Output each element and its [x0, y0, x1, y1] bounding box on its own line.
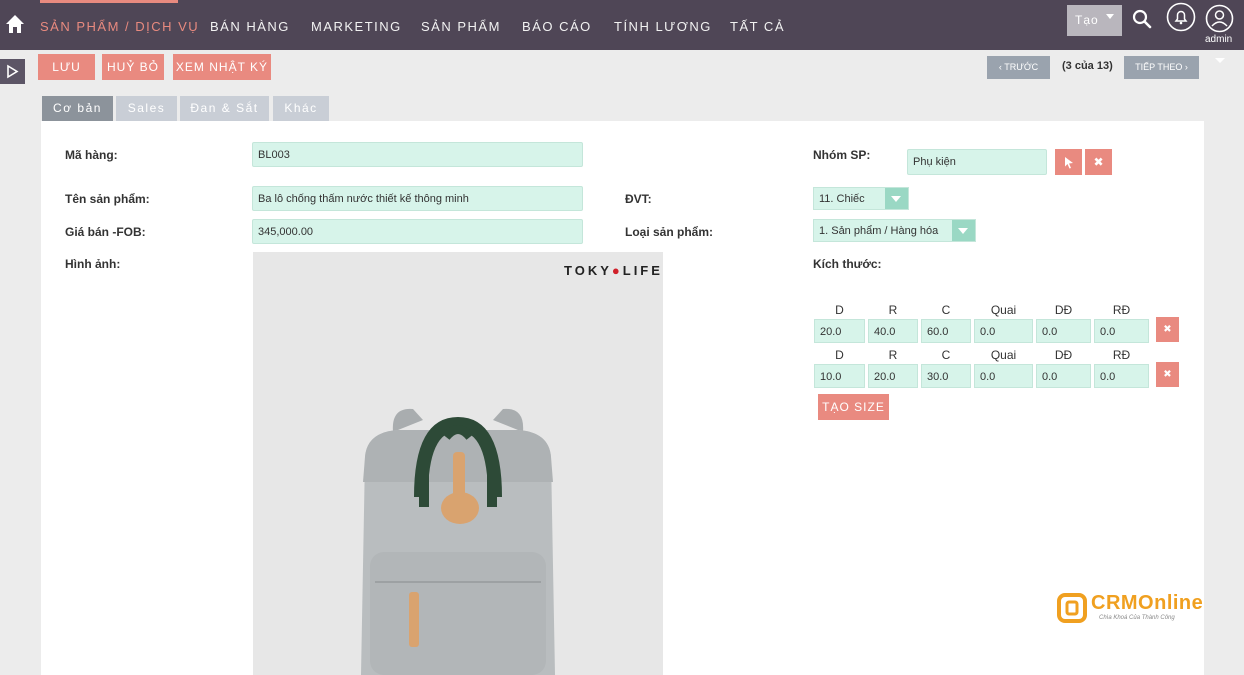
size-row1-dd[interactable]: 0.0 [1036, 319, 1091, 343]
user-avatar-icon[interactable] [1205, 4, 1234, 33]
dropdown-arrow-icon[interactable] [885, 188, 908, 209]
nav-active-indicator [40, 0, 178, 3]
size-header-r: R [888, 303, 898, 317]
size-header-d: D [835, 303, 844, 317]
product-name-field[interactable]: Ba lô chống thấm nước thiết kế thông min… [252, 186, 583, 211]
close-icon: ✖ [1163, 324, 1172, 335]
size-row2-d[interactable]: 10.0 [814, 364, 865, 388]
home-icon[interactable] [4, 12, 26, 36]
search-icon[interactable] [1132, 9, 1152, 29]
clear-group-button[interactable]: ✖ [1085, 149, 1112, 175]
close-icon: ✖ [1093, 155, 1104, 169]
image-label: Hình ảnh: [65, 257, 121, 271]
tab-sales[interactable]: Sales [116, 96, 177, 121]
create-label: Tạo [1075, 13, 1099, 27]
close-icon: ✖ [1163, 369, 1172, 380]
size-header-dd: DĐ [1054, 303, 1073, 317]
crm-slogan: Chìa Khoá Của Thành Công [1099, 615, 1175, 621]
size-label: Kích thước: [813, 257, 882, 271]
nav-item-payroll[interactable]: TÍNH LƯƠNG [614, 19, 712, 34]
tab-knit-iron[interactable]: Đan & Sắt [180, 96, 269, 121]
chevron-right-icon: › [1182, 62, 1188, 72]
tab-other[interactable]: Khác [273, 96, 329, 121]
pager-info: (3 của 13) [1062, 60, 1113, 72]
previous-label: TRƯỚC [1004, 62, 1039, 72]
nav-item-all[interactable]: TẤT CẢ [730, 19, 785, 34]
unit-value: 11. Chiếc [819, 193, 865, 205]
size-row1-c[interactable]: 60.0 [921, 319, 971, 343]
size-row2-strap[interactable]: 0.0 [974, 364, 1033, 388]
product-group-field[interactable]: Phụ kiện [907, 149, 1047, 175]
size-header-c: C [941, 348, 951, 362]
code-label: Mã hàng: [65, 148, 118, 162]
code-field[interactable]: BL003 [252, 142, 583, 167]
save-button[interactable]: LƯU [38, 54, 95, 80]
product-image[interactable]: TOKY●LIFE [253, 252, 663, 675]
next-label: TIẾP THEO [1135, 62, 1183, 72]
caret-down-icon[interactable] [1215, 58, 1225, 63]
size-header-c: C [941, 303, 951, 317]
select-group-button[interactable] [1055, 149, 1082, 175]
unit-select[interactable]: 11. Chiếc [813, 187, 909, 210]
backpack-icon [361, 408, 555, 675]
nav-item-products[interactable]: SẢN PHẨM [421, 19, 501, 34]
unit-label: ĐVT: [625, 192, 652, 206]
create-dropdown-button[interactable]: Tạo [1067, 5, 1122, 36]
nav-item-products-services[interactable]: SẢN PHẨM / DỊCH VỤ [40, 19, 199, 34]
size-row2-rd[interactable]: 0.0 [1094, 364, 1149, 388]
next-button[interactable]: TIẾP THEO › [1124, 56, 1199, 79]
nav-item-sales[interactable]: BÁN HÀNG [210, 19, 290, 34]
size-header-strap: Quai [990, 348, 1017, 362]
product-type-select[interactable]: 1. Sản phẩm / Hàng hóa [813, 219, 976, 242]
nav-item-reports[interactable]: BÁO CÁO [522, 19, 592, 34]
delete-size-row1-button[interactable]: ✖ [1156, 317, 1179, 342]
crm-logo-text: CRMOnline [1091, 592, 1204, 614]
tab-basic[interactable]: Cơ bản [42, 96, 113, 121]
price-label: Giá bán -FOB: [65, 225, 146, 239]
delete-size-row2-button[interactable]: ✖ [1156, 362, 1179, 387]
product-name-label: Tên sản phẩm: [65, 192, 150, 206]
caret-down-icon [1106, 14, 1114, 19]
crm-logo: CRMOnline Chìa Khoá Của Thành Công [1057, 590, 1203, 626]
add-size-button[interactable]: TẠO SIZE [818, 394, 889, 420]
size-row1-rd[interactable]: 0.0 [1094, 319, 1149, 343]
size-row2-dd[interactable]: 0.0 [1036, 364, 1091, 388]
product-group-label: Nhóm SP: [813, 148, 871, 162]
crm-logo-icon [1057, 593, 1087, 623]
price-field[interactable]: 345,000.00 [252, 219, 583, 244]
previous-button[interactable]: ‹ TRƯỚC [987, 56, 1050, 79]
size-header-rd: RĐ [1112, 303, 1131, 317]
size-header-rd: RĐ [1112, 348, 1131, 362]
sidebar-toggle-icon[interactable] [0, 59, 25, 84]
top-navbar: SẢN PHẨM / DỊCH VỤ BÁN HÀNG MARKETING SẢ… [0, 0, 1244, 50]
size-row2-c[interactable]: 30.0 [921, 364, 971, 388]
cursor-icon [1065, 157, 1073, 169]
product-type-label: Loại sản phẩm: [625, 225, 714, 239]
size-row2-r[interactable]: 20.0 [868, 364, 918, 388]
nav-item-marketing[interactable]: MARKETING [311, 19, 402, 34]
size-header-strap: Quai [990, 303, 1017, 317]
size-row1-r[interactable]: 40.0 [868, 319, 918, 343]
bell-icon[interactable] [1166, 2, 1196, 32]
size-header-d: D [835, 348, 844, 362]
view-log-button[interactable]: XEM NHẬT KÝ [173, 54, 271, 80]
size-header-dd: DĐ [1054, 348, 1073, 362]
product-type-value: 1. Sản phẩm / Hàng hóa [819, 225, 939, 237]
size-row1-strap[interactable]: 0.0 [974, 319, 1033, 343]
size-row1-d[interactable]: 20.0 [814, 319, 865, 343]
cancel-button[interactable]: HUỶ BỎ [102, 54, 164, 80]
dropdown-arrow-icon[interactable] [952, 220, 975, 241]
size-header-r: R [888, 348, 898, 362]
user-name: admin [1205, 34, 1233, 45]
